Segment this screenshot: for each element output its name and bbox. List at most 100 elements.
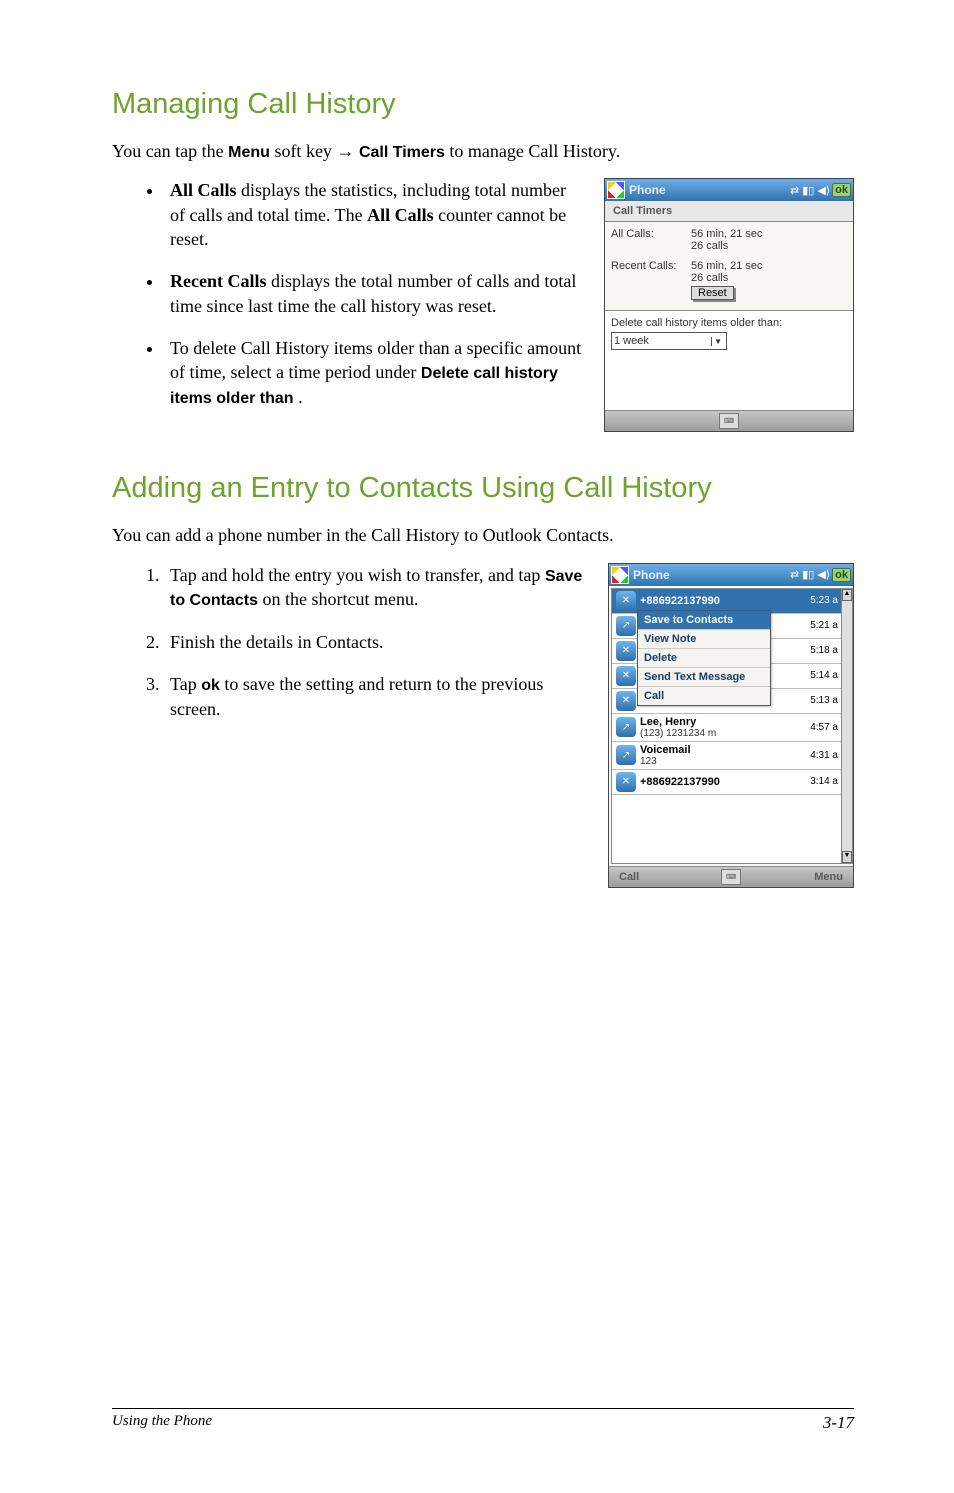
wm-titlebar: Phone ⇄ ▮▯ ◀⟩ ok: [605, 179, 853, 201]
text: soft key: [274, 141, 336, 161]
call-type-icon: ✕: [616, 591, 636, 611]
term: All Calls: [170, 180, 237, 200]
row-main: Voicemail123: [640, 744, 798, 767]
menu-delete[interactable]: Delete: [638, 649, 770, 668]
menu-send-text[interactable]: Send Text Message: [638, 668, 770, 687]
menu-view-note[interactable]: View Note: [638, 630, 770, 649]
call-type-icon: ↗: [616, 717, 636, 737]
windows-flag-icon: [611, 566, 629, 584]
bullet-all-calls: All Calls displays the statistics, inclu…: [164, 178, 584, 251]
label: All Calls:: [611, 228, 691, 252]
value-line: 26 calls: [691, 272, 763, 284]
text: to save the setting and return to the pr…: [170, 674, 543, 719]
text: Tap and hold the entry you wish to trans…: [170, 565, 545, 585]
menu-save-to-contacts[interactable]: Save to Contacts: [638, 611, 770, 630]
chevron-down-icon: ▼: [711, 337, 724, 346]
keyboard-icon[interactable]: ⌨: [721, 869, 741, 885]
term: All Calls: [367, 205, 434, 225]
row-time: 5:21 a: [798, 620, 840, 631]
bullets-list: All Calls displays the statistics, inclu…: [112, 178, 584, 409]
context-menu: Save to Contacts View Note Delete Send T…: [637, 610, 771, 706]
tab-call-timers[interactable]: Call Timers: [605, 201, 853, 222]
status-icons: ⇄ ▮▯ ◀⟩: [790, 568, 830, 581]
title-text: Phone: [629, 183, 790, 197]
row-primary: Voicemail: [640, 744, 798, 756]
windows-flag-icon: [607, 181, 625, 199]
call-type-icon: ✕: [616, 641, 636, 661]
screenshot-call-history: Phone ⇄ ▮▯ ◀⟩ ok ✕+8869221379905:23 a↗5:…: [608, 563, 854, 888]
delete-older-section: Delete call history items older than: 1 …: [605, 310, 853, 410]
status-icons: ⇄ ▮▯ ◀⟩: [790, 184, 830, 197]
softkey-call[interactable]: Call: [609, 867, 649, 887]
row-main: Lee, Henry(123) 1231234 m: [640, 716, 798, 739]
text: .: [298, 387, 303, 407]
row-recent-calls: Recent Calls: 56 min, 21 sec 26 calls Re…: [611, 260, 847, 300]
text: You can tap the: [112, 141, 228, 161]
history-row[interactable]: ↗Voicemail1234:31 a: [612, 742, 842, 770]
value-line: 56 min, 21 sec: [691, 260, 763, 272]
screenshot-call-timers: Phone ⇄ ▮▯ ◀⟩ ok Call Timers All Calls: …: [604, 178, 854, 432]
step-2: Finish the details in Contacts.: [164, 630, 588, 654]
ok-button[interactable]: ok: [832, 568, 851, 582]
value-line: 26 calls: [691, 240, 763, 252]
call-timers-label: Call Timers: [359, 144, 445, 161]
call-type-icon: ✕: [616, 666, 636, 686]
menu-label: Menu: [228, 144, 270, 161]
dropdown-value: 1 week: [614, 335, 649, 347]
footer-page: 3-17: [823, 1413, 854, 1433]
history-row[interactable]: ↗Lee, Henry(123) 1231234 m4:57 a: [612, 714, 842, 742]
ok-button[interactable]: ok: [832, 183, 851, 197]
keyboard-icon[interactable]: ⌨: [719, 413, 739, 429]
intro-paragraph: You can tap the Menu soft key → Call Tim…: [112, 139, 854, 164]
softkey-menu[interactable]: Menu: [804, 867, 853, 887]
row-primary: +886922137990: [640, 595, 798, 607]
step-3: Tap ok to save the setting and return to…: [164, 672, 588, 721]
row-main: +886922137990: [640, 595, 798, 607]
ok-label: ok: [201, 677, 220, 694]
menu-call[interactable]: Call: [638, 687, 770, 705]
scroll-down-icon[interactable]: ▼: [842, 851, 852, 863]
wm-titlebar: Phone ⇄ ▮▯ ◀⟩ ok: [609, 564, 853, 586]
heading-managing-call-history: Managing Call History: [112, 88, 854, 121]
row-time: 5:14 a: [798, 670, 840, 681]
period-dropdown[interactable]: 1 week ▼: [611, 332, 727, 350]
steps-list: Tap and hold the entry you wish to trans…: [112, 563, 588, 721]
row-primary: Lee, Henry: [640, 716, 798, 728]
call-type-icon: ✕: [616, 691, 636, 711]
reset-button[interactable]: Reset: [691, 286, 734, 300]
row-time: 4:57 a: [798, 722, 840, 733]
row-time: 5:23 a: [798, 595, 840, 606]
arrow-icon: →: [336, 141, 354, 161]
scroll-up-icon[interactable]: ▲: [842, 589, 852, 601]
row-secondary: (123) 1231234 m: [640, 728, 798, 739]
scrollbar[interactable]: ▲ ▼: [841, 588, 853, 864]
label: Recent Calls:: [611, 260, 691, 300]
status-tray: ⇄ ▮▯ ◀⟩ ok: [790, 183, 851, 197]
text: to manage Call History.: [449, 141, 620, 161]
value-line: 56 min, 21 sec: [691, 228, 763, 240]
delete-older-text: Delete call history items older than:: [611, 317, 847, 329]
row-time: 5:18 a: [798, 645, 840, 656]
wm-bottombar: ⌨: [605, 410, 853, 431]
text: Tap: [170, 674, 201, 694]
term: Recent Calls: [170, 271, 266, 291]
text: on the shortcut menu.: [263, 589, 419, 609]
row-time: 5:13 a: [798, 695, 840, 706]
row-main: +886922137990: [640, 776, 798, 788]
row-time: 3:14 a: [798, 776, 840, 787]
bullet-delete-older: To delete Call History items older than …: [164, 336, 584, 409]
history-row[interactable]: ✕ +8869221379903:14 a: [612, 770, 842, 795]
call-type-icon: ✕: [616, 772, 636, 792]
step-1: Tap and hold the entry you wish to trans…: [164, 563, 588, 612]
heading-adding-entry: Adding an Entry to Contacts Using Call H…: [112, 472, 854, 505]
call-type-icon: ↗: [616, 616, 636, 636]
page-footer: Using the Phone 3-17: [112, 1408, 854, 1433]
footer-title: Using the Phone: [112, 1413, 212, 1433]
wm-bottombar: Call ⌨ Menu: [609, 866, 853, 887]
call-timers-body: All Calls: 56 min, 21 sec 26 calls Recen…: [605, 222, 853, 310]
title-text: Phone: [633, 568, 790, 582]
call-type-icon: ↗: [616, 745, 636, 765]
row-time: 4:31 a: [798, 750, 840, 761]
row-primary: +886922137990: [640, 776, 798, 788]
bullet-recent-calls: Recent Calls displays the total number o…: [164, 269, 584, 318]
